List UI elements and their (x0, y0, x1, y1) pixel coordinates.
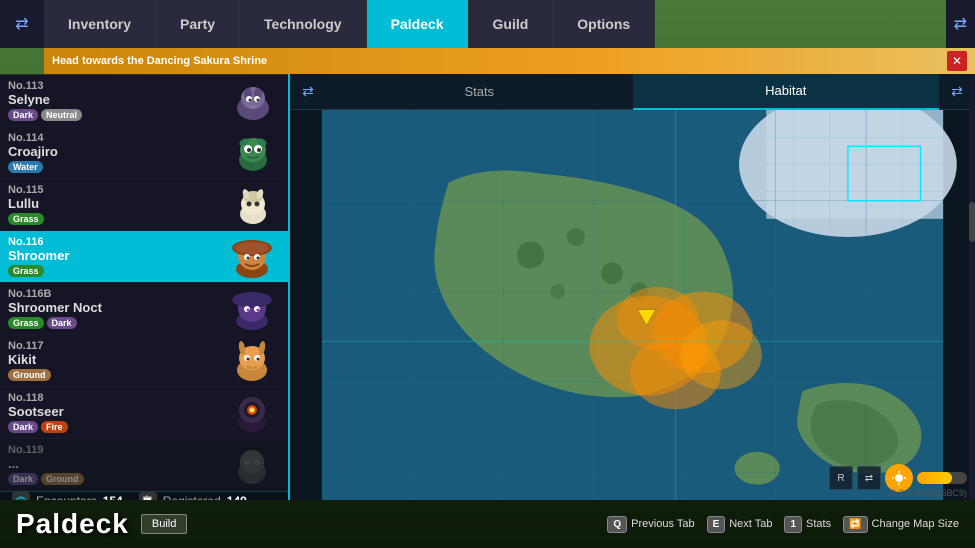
type-neutral-badge: Neutral (41, 109, 82, 121)
pal-info-119: No.119 ... Dark Ground (8, 444, 225, 485)
tab-party[interactable]: Party (156, 0, 240, 48)
pal-image-116 (225, 234, 280, 279)
type-grass-badge: Grass (8, 317, 44, 329)
pal-image-118 (225, 390, 280, 435)
nav-swap-button[interactable]: ⇄ (0, 0, 44, 48)
next-tab-control: E Next Tab (707, 516, 773, 533)
pal-entry-113[interactable]: No.113 Selyne Dark Neutral (0, 75, 288, 127)
type-dark-badge: Dark (8, 421, 38, 433)
pal-entry-114[interactable]: No.114 Croajiro Water (0, 127, 288, 179)
pal-image-116b (225, 286, 280, 331)
map-panel: ⇄ Stats Habitat ⇄ (290, 74, 975, 500)
type-dark-badge: Dark (47, 317, 77, 329)
habitat-map (290, 110, 975, 500)
page-title: Paldeck (16, 508, 129, 540)
tab-habitat[interactable]: Habitat (633, 74, 940, 110)
type-fire-badge: Fire (41, 421, 68, 433)
pal-info-116: No.116 Shroomer Grass (8, 236, 225, 277)
pal-entry-117[interactable]: No.117 Kikit Ground (0, 335, 288, 387)
nav-swap-icon2[interactable]: ⇄ (954, 14, 967, 34)
tab-guild[interactable]: Guild (469, 0, 554, 48)
registered-icon: 📋 (139, 492, 157, 500)
top-navigation: ⇄ Inventory Party Technology Paldeck Gui… (0, 0, 975, 48)
pal-image-117 (225, 338, 280, 383)
tab-options[interactable]: Options (553, 0, 655, 48)
type-badges-113: Dark Neutral (8, 109, 225, 121)
stats-label: Stats (806, 518, 831, 530)
build-button[interactable]: Build (141, 514, 187, 534)
type-badges-114: Water (8, 161, 225, 173)
next-tab-label: Next Tab (729, 518, 772, 530)
pal-image-113 (225, 78, 280, 123)
pal-info-117: No.117 Kikit Ground (8, 340, 225, 381)
map-area[interactable]: R ⇄ (290, 110, 975, 500)
type-water-badge: Water (8, 161, 43, 173)
tab-stats[interactable]: Stats (326, 74, 633, 110)
encounters-icon: 👁 (12, 492, 30, 500)
bottom-controls: Q Previous Tab E Next Tab 1 Stats 🔁 Chan… (607, 516, 959, 533)
pal-info-114: No.114 Croajiro Water (8, 132, 225, 173)
type-grass-badge: Grass (8, 213, 44, 225)
version-text: v0.3.3.55731(6BC9) (886, 488, 967, 498)
main-content: No.113 Selyne Dark Neutral (0, 74, 975, 500)
quest-text: Head towards the Dancing Sakura Shrine (52, 55, 267, 67)
tab-inventory[interactable]: Inventory (44, 0, 156, 48)
pal-entry-119[interactable]: No.119 ... Dark Ground (0, 439, 288, 491)
type-badges-116: Grass (8, 265, 225, 277)
pal-image-115 (225, 182, 280, 227)
pal-entry-118[interactable]: No.118 Sootseer Dark Fire (0, 387, 288, 439)
e-key[interactable]: E (707, 516, 726, 533)
paldeck-list: No.113 Selyne Dark Neutral (0, 74, 290, 500)
type-badges-115: Grass (8, 213, 225, 225)
registered-stat: 📋 Registered 149 (139, 492, 247, 500)
map-swap-overlay-button[interactable]: ⇄ (857, 466, 881, 490)
type-ground-badge: Ground (41, 473, 84, 485)
bottom-bar: Paldeck Build Q Previous Tab E Next Tab … (0, 500, 975, 548)
type-dark-badge: Dark (8, 109, 38, 121)
pal-entry-116b[interactable]: No.116B Shroomer Noct Grass Dark (0, 283, 288, 335)
q-key[interactable]: Q (607, 516, 627, 533)
type-badges-116b: Grass Dark (8, 317, 225, 329)
nav-right-controls: ⇄ (946, 0, 975, 48)
type-badges-118: Dark Fire (8, 421, 225, 433)
pal-image-114 (225, 130, 280, 175)
map-tabs: ⇄ Stats Habitat ⇄ (290, 74, 975, 110)
quest-close-button[interactable]: ✕ (947, 51, 967, 71)
type-badges-119: Dark Ground (8, 473, 225, 485)
pal-info-116b: No.116B Shroomer Noct Grass Dark (8, 288, 225, 329)
prev-tab-label: Previous Tab (631, 518, 694, 530)
type-grass-badge: Grass (8, 265, 44, 277)
pal-info-118: No.118 Sootseer Dark Fire (8, 392, 225, 433)
refresh-key[interactable]: 🔁 (843, 516, 867, 533)
change-map-control: 🔁 Change Map Size (843, 516, 959, 533)
quest-bar: Head towards the Dancing Sakura Shrine ✕ (44, 48, 975, 74)
pal-entry-116[interactable]: No.116 Shroomer Grass (0, 231, 288, 283)
tab-technology[interactable]: Technology (240, 0, 367, 48)
pal-entry-115[interactable]: No.115 Lullu Grass (0, 179, 288, 231)
type-badges-117: Ground (8, 369, 225, 381)
map-reset-button[interactable]: R (829, 466, 853, 490)
pal-info-115: No.115 Lullu Grass (8, 184, 225, 225)
type-dark-badge: Dark (8, 473, 38, 485)
pal-image-119 (225, 442, 280, 487)
1-key[interactable]: 1 (784, 516, 802, 533)
stats-control: 1 Stats (784, 516, 831, 533)
pal-info-113: No.113 Selyne Dark Neutral (8, 80, 225, 121)
map-swap-button[interactable]: ⇄ (290, 74, 326, 110)
change-map-label: Change Map Size (872, 518, 959, 530)
type-ground-badge: Ground (8, 369, 51, 381)
prev-tab-control: Q Previous Tab (607, 516, 694, 533)
bottom-stats-bar: 👁 Encounters 154 📋 Registered 149 (0, 491, 288, 500)
tab-paldeck[interactable]: Paldeck (367, 0, 469, 48)
encounters-stat: 👁 Encounters 154 (12, 492, 123, 500)
